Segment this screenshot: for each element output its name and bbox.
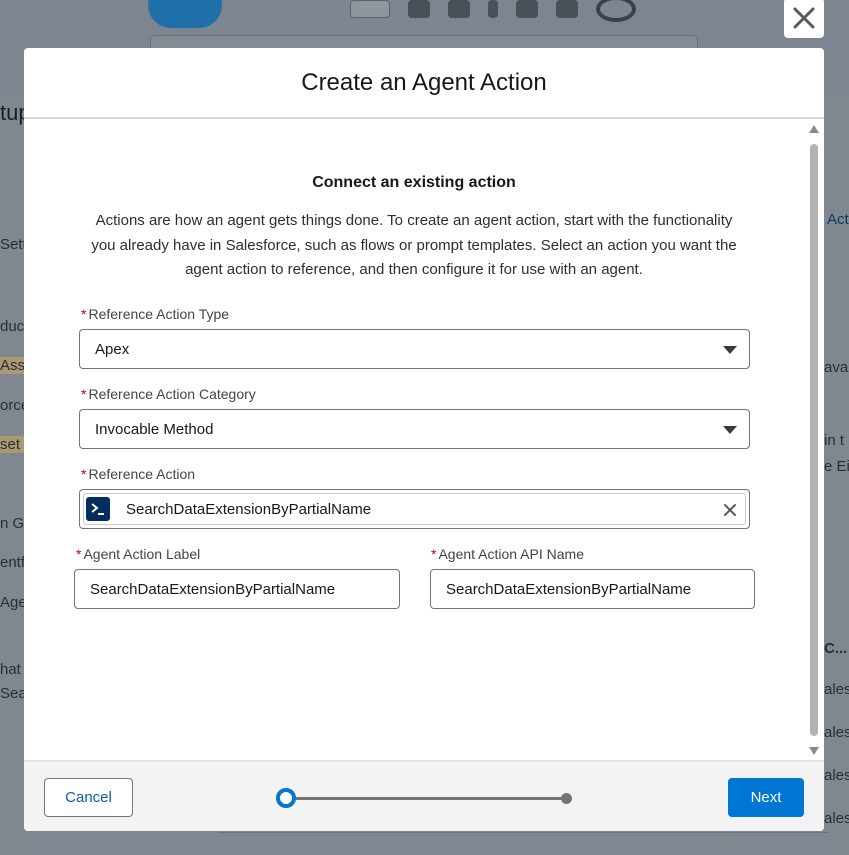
- background-header-icons: [350, 0, 636, 22]
- background-left-text: set I: [0, 436, 24, 453]
- reference-action-type-label-text: Reference Action Type: [88, 306, 230, 322]
- chevron-down-icon: [723, 426, 737, 434]
- close-icon: [793, 7, 815, 29]
- background-right-text: ales: [824, 767, 849, 784]
- section-title: Connect an existing action: [312, 174, 516, 191]
- background-left-text: Setti: [0, 236, 24, 253]
- create-agent-action-modal: Create an Agent Action Connect an existi…: [24, 48, 824, 831]
- background-right-text: Acti: [827, 211, 849, 228]
- background-bottom-row: [218, 832, 828, 855]
- modal-scrollbar[interactable]: [808, 125, 820, 755]
- background-left-text: orce: [0, 397, 24, 414]
- modal-footer: Cancel Next: [24, 760, 824, 831]
- scroll-thumb[interactable]: [810, 144, 818, 736]
- progress-step-next[interactable]: [561, 793, 572, 804]
- background-left-text: entf: [0, 554, 24, 571]
- required-marker: *: [81, 386, 87, 402]
- section-description: Actions are how an agent gets things don…: [91, 212, 737, 278]
- background-left-text: hat y: [0, 661, 24, 678]
- favorites-icon: [350, 0, 390, 18]
- progress-indicator: [276, 788, 572, 808]
- background-left-panel: [0, 95, 24, 855]
- reference-action-type-select[interactable]: Apex: [79, 329, 750, 369]
- agent-action-api-name-label: * Agent Action API Name: [431, 546, 584, 562]
- notifications-bell-icon: [556, 0, 578, 18]
- background-right-text: ales: [824, 810, 849, 827]
- background-left-text: n G: [0, 515, 24, 532]
- reference-action-type-value: Apex: [95, 340, 130, 358]
- scroll-down-arrow-icon[interactable]: [809, 747, 819, 755]
- reference-action-category-label: * Reference Action Category: [81, 386, 256, 402]
- required-marker: *: [76, 546, 82, 562]
- background-right-text: in t: [824, 432, 845, 449]
- help-icon: [488, 0, 498, 18]
- modal-title: Create an Agent Action: [301, 68, 547, 96]
- required-marker: *: [81, 306, 87, 322]
- background-left-text: Age: [0, 594, 24, 611]
- next-button[interactable]: Next: [728, 778, 804, 817]
- setup-gear-icon: [516, 0, 538, 18]
- chevron-down-icon: [723, 346, 737, 354]
- reference-action-category-label-text: Reference Action Category: [88, 386, 256, 402]
- background-left-text: Ass: [0, 357, 24, 374]
- reference-action-type-label: * Reference Action Type: [81, 306, 229, 322]
- agent-action-label-input[interactable]: [74, 569, 400, 609]
- reference-action-value: SearchDataExtensionByPartialName: [126, 500, 372, 518]
- reference-action-pill[interactable]: SearchDataExtensionByPartialName: [83, 493, 746, 525]
- modal-close-button[interactable]: [784, 0, 824, 38]
- background-right-text: ales: [824, 724, 849, 741]
- agent-action-label-label: * Agent Action Label: [76, 546, 200, 562]
- agent-action-api-name-label-text: Agent Action API Name: [438, 546, 584, 562]
- add-icon: [408, 0, 430, 18]
- background-left-text: Sear: [0, 685, 24, 702]
- reference-action-category-select[interactable]: Invocable Method: [79, 409, 750, 449]
- required-marker: *: [81, 466, 87, 482]
- reference-action-label-text: Reference Action: [88, 466, 196, 482]
- salesforce-logo: [148, 0, 222, 28]
- progress-bar: [290, 797, 564, 800]
- apex-icon: [86, 497, 110, 521]
- clear-selection-icon[interactable]: [721, 501, 739, 519]
- background-right-text: C...: [824, 640, 848, 657]
- modal-body: Connect an existing action Actions are h…: [24, 119, 824, 760]
- reference-action-label: * Reference Action: [81, 466, 195, 482]
- required-marker: *: [431, 546, 437, 562]
- background-left-text: duc: [0, 318, 24, 335]
- trailhead-icon: [448, 0, 470, 18]
- avatar: [596, 0, 636, 22]
- background-right-panel: [824, 95, 849, 855]
- background-right-text: avai: [824, 359, 849, 376]
- reference-action-category-value: Invocable Method: [95, 420, 214, 438]
- reference-action-lookup[interactable]: SearchDataExtensionByPartialName: [79, 489, 750, 529]
- agent-action-api-name-input[interactable]: [430, 569, 755, 609]
- modal-header: Create an Agent Action: [24, 48, 824, 119]
- scroll-up-arrow-icon[interactable]: [809, 125, 819, 133]
- background-right-text: e Ei: [824, 458, 849, 475]
- agent-action-label-label-text: Agent Action Label: [83, 546, 201, 562]
- progress-step-current[interactable]: [276, 788, 296, 808]
- cancel-button[interactable]: Cancel: [44, 778, 133, 817]
- background-right-text: ales: [824, 681, 849, 698]
